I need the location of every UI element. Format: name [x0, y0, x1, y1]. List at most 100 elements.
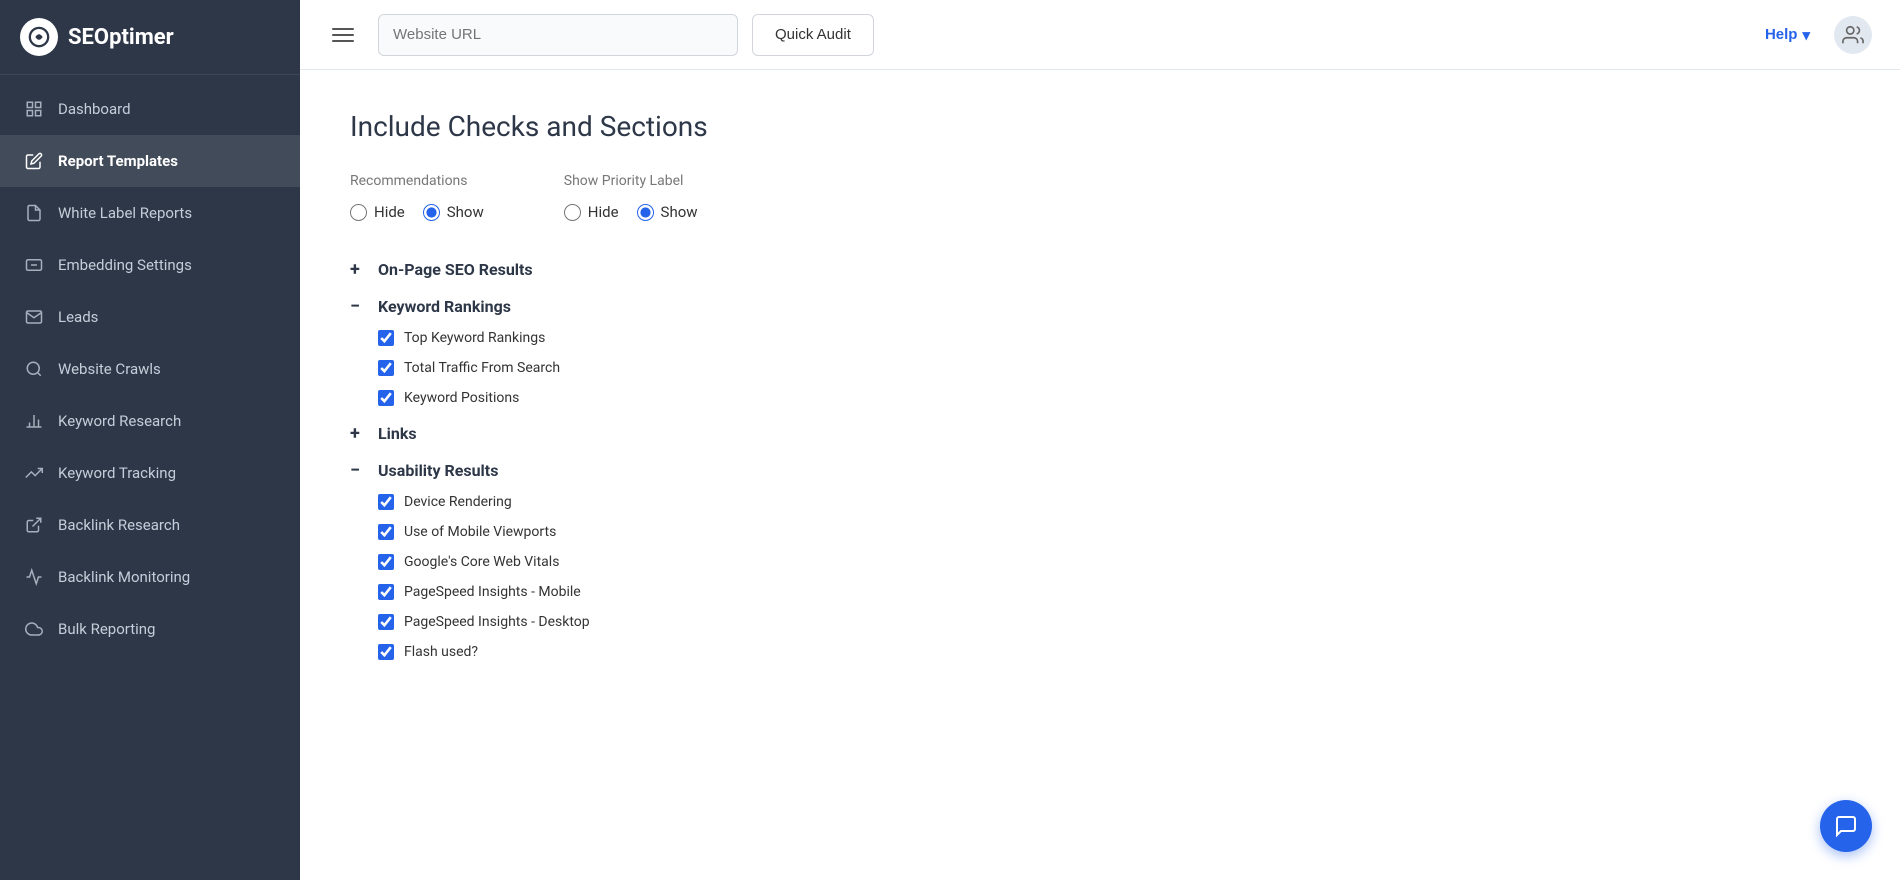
section-usability-results-label: Usability Results: [378, 461, 498, 480]
top-keyword-rankings-checkbox[interactable]: [378, 330, 394, 346]
device-rendering-label: Device Rendering: [404, 494, 512, 510]
recommendations-show-label: Show: [447, 203, 484, 221]
bar-chart-icon: [24, 411, 44, 431]
pagespeed-desktop-label: PageSpeed Insights - Desktop: [404, 614, 590, 630]
list-item: Google's Core Web Vitals: [350, 547, 1850, 577]
quick-audit-button[interactable]: Quick Audit: [752, 14, 874, 56]
recommendations-show-radio[interactable]: [423, 204, 440, 221]
mobile-viewports-label: Use of Mobile Viewports: [404, 524, 556, 540]
list-item: PageSpeed Insights - Mobile: [350, 577, 1850, 607]
toggle-usability-results: −: [350, 460, 370, 481]
toggle-on-page-seo: +: [350, 259, 370, 280]
priority-hide-label: Hide: [588, 203, 619, 221]
total-traffic-label: Total Traffic From Search: [404, 360, 560, 376]
priority-show-option[interactable]: Show: [637, 203, 698, 221]
chevron-down-icon: ▾: [1802, 26, 1810, 44]
section-links-label: Links: [378, 424, 417, 443]
hamburger-line: [332, 28, 354, 30]
sidebar: SEOptimer Dashboard Report Templates: [0, 0, 300, 880]
toggle-keyword-rankings: −: [350, 296, 370, 317]
sidebar-item-label: Keyword Research: [58, 412, 181, 430]
pagespeed-desktop-checkbox[interactable]: [378, 614, 394, 630]
section-links[interactable]: + Links: [350, 413, 1850, 450]
section-usability-results[interactable]: − Usability Results: [350, 450, 1850, 487]
list-item: Use of Mobile Viewports: [350, 517, 1850, 547]
sidebar-item-keyword-research[interactable]: Keyword Research: [0, 395, 300, 447]
sidebar-item-website-crawls[interactable]: Website Crawls: [0, 343, 300, 395]
sidebar-item-backlink-research[interactable]: Backlink Research: [0, 499, 300, 551]
priority-hide-radio[interactable]: [564, 204, 581, 221]
sidebar-item-label: Website Crawls: [58, 360, 161, 378]
sidebar-item-backlink-monitoring[interactable]: Backlink Monitoring: [0, 551, 300, 603]
hamburger-button[interactable]: [328, 24, 358, 46]
priority-label-group: Show Priority Label Hide Show: [564, 173, 698, 221]
chat-bubble-button[interactable]: [1820, 800, 1872, 852]
url-input[interactable]: [378, 14, 738, 56]
total-traffic-checkbox[interactable]: [378, 360, 394, 376]
hamburger-line: [332, 34, 354, 36]
nav-items: Dashboard Report Templates White Label R…: [0, 75, 300, 663]
list-item: Keyword Positions: [350, 383, 1850, 413]
priority-show-label: Show: [661, 203, 698, 221]
priority-show-radio[interactable]: [637, 204, 654, 221]
flash-used-label: Flash used?: [404, 644, 478, 660]
usability-results-items: Device Rendering Use of Mobile Viewports…: [350, 487, 1850, 667]
core-web-vitals-checkbox[interactable]: [378, 554, 394, 570]
sidebar-logo: SEOptimer: [0, 0, 300, 75]
logo-text: SEOptimer: [68, 25, 174, 50]
help-button[interactable]: Help ▾: [1765, 26, 1810, 44]
recommendations-hide-label: Hide: [374, 203, 405, 221]
line-chart-icon: [24, 567, 44, 587]
edit-icon: [24, 151, 44, 171]
keyword-rankings-items: Top Keyword Rankings Total Traffic From …: [350, 323, 1850, 413]
sidebar-item-label: Dashboard: [58, 100, 131, 118]
recommendations-hide-radio[interactable]: [350, 204, 367, 221]
embed-icon: [24, 255, 44, 275]
grid-icon: [24, 99, 44, 119]
sidebar-item-leads[interactable]: Leads: [0, 291, 300, 343]
list-item: Device Rendering: [350, 487, 1850, 517]
recommendations-radio-group: Hide Show: [350, 203, 484, 221]
priority-hide-option[interactable]: Hide: [564, 203, 619, 221]
recommendations-show-option[interactable]: Show: [423, 203, 484, 221]
external-link-icon: [24, 515, 44, 535]
mail-icon: [24, 307, 44, 327]
sidebar-item-report-templates[interactable]: Report Templates: [0, 135, 300, 187]
list-item: Top Keyword Rankings: [350, 323, 1850, 353]
help-label: Help: [1765, 26, 1798, 43]
sidebar-item-label: Bulk Reporting: [58, 620, 155, 638]
sidebar-item-keyword-tracking[interactable]: Keyword Tracking: [0, 447, 300, 499]
sidebar-item-label: Keyword Tracking: [58, 464, 176, 482]
recommendations-label: Recommendations: [350, 173, 484, 189]
page-title: Include Checks and Sections: [350, 110, 1850, 143]
user-avatar[interactable]: [1834, 16, 1872, 54]
section-list: + On-Page SEO Results − Keyword Rankings…: [350, 249, 1850, 667]
device-rendering-checkbox[interactable]: [378, 494, 394, 510]
sidebar-item-white-label[interactable]: White Label Reports: [0, 187, 300, 239]
document-icon: [24, 203, 44, 223]
mobile-viewports-checkbox[interactable]: [378, 524, 394, 540]
section-on-page-seo[interactable]: + On-Page SEO Results: [350, 249, 1850, 286]
options-row: Recommendations Hide Show Show Priority …: [350, 173, 1850, 221]
sidebar-item-label: Leads: [58, 308, 98, 326]
content-area: Include Checks and Sections Recommendati…: [300, 70, 1900, 880]
header: Quick Audit Help ▾: [300, 0, 1900, 70]
flash-used-checkbox[interactable]: [378, 644, 394, 660]
sidebar-item-embedding[interactable]: Embedding Settings: [0, 239, 300, 291]
pagespeed-mobile-checkbox[interactable]: [378, 584, 394, 600]
sidebar-item-label: White Label Reports: [58, 204, 192, 222]
sidebar-item-bulk-reporting[interactable]: Bulk Reporting: [0, 603, 300, 655]
sidebar-item-dashboard[interactable]: Dashboard: [0, 83, 300, 135]
keyword-positions-label: Keyword Positions: [404, 390, 519, 406]
section-keyword-rankings-label: Keyword Rankings: [378, 297, 511, 316]
main-area: Quick Audit Help ▾ Include Checks and Se…: [300, 0, 1900, 880]
recommendations-hide-option[interactable]: Hide: [350, 203, 405, 221]
cloud-icon: [24, 619, 44, 639]
toggle-links: +: [350, 423, 370, 444]
sidebar-item-label: Backlink Research: [58, 516, 180, 534]
section-keyword-rankings[interactable]: − Keyword Rankings: [350, 286, 1850, 323]
recommendations-group: Recommendations Hide Show: [350, 173, 484, 221]
hamburger-line: [332, 40, 354, 42]
keyword-positions-checkbox[interactable]: [378, 390, 394, 406]
sidebar-item-label: Backlink Monitoring: [58, 568, 190, 586]
